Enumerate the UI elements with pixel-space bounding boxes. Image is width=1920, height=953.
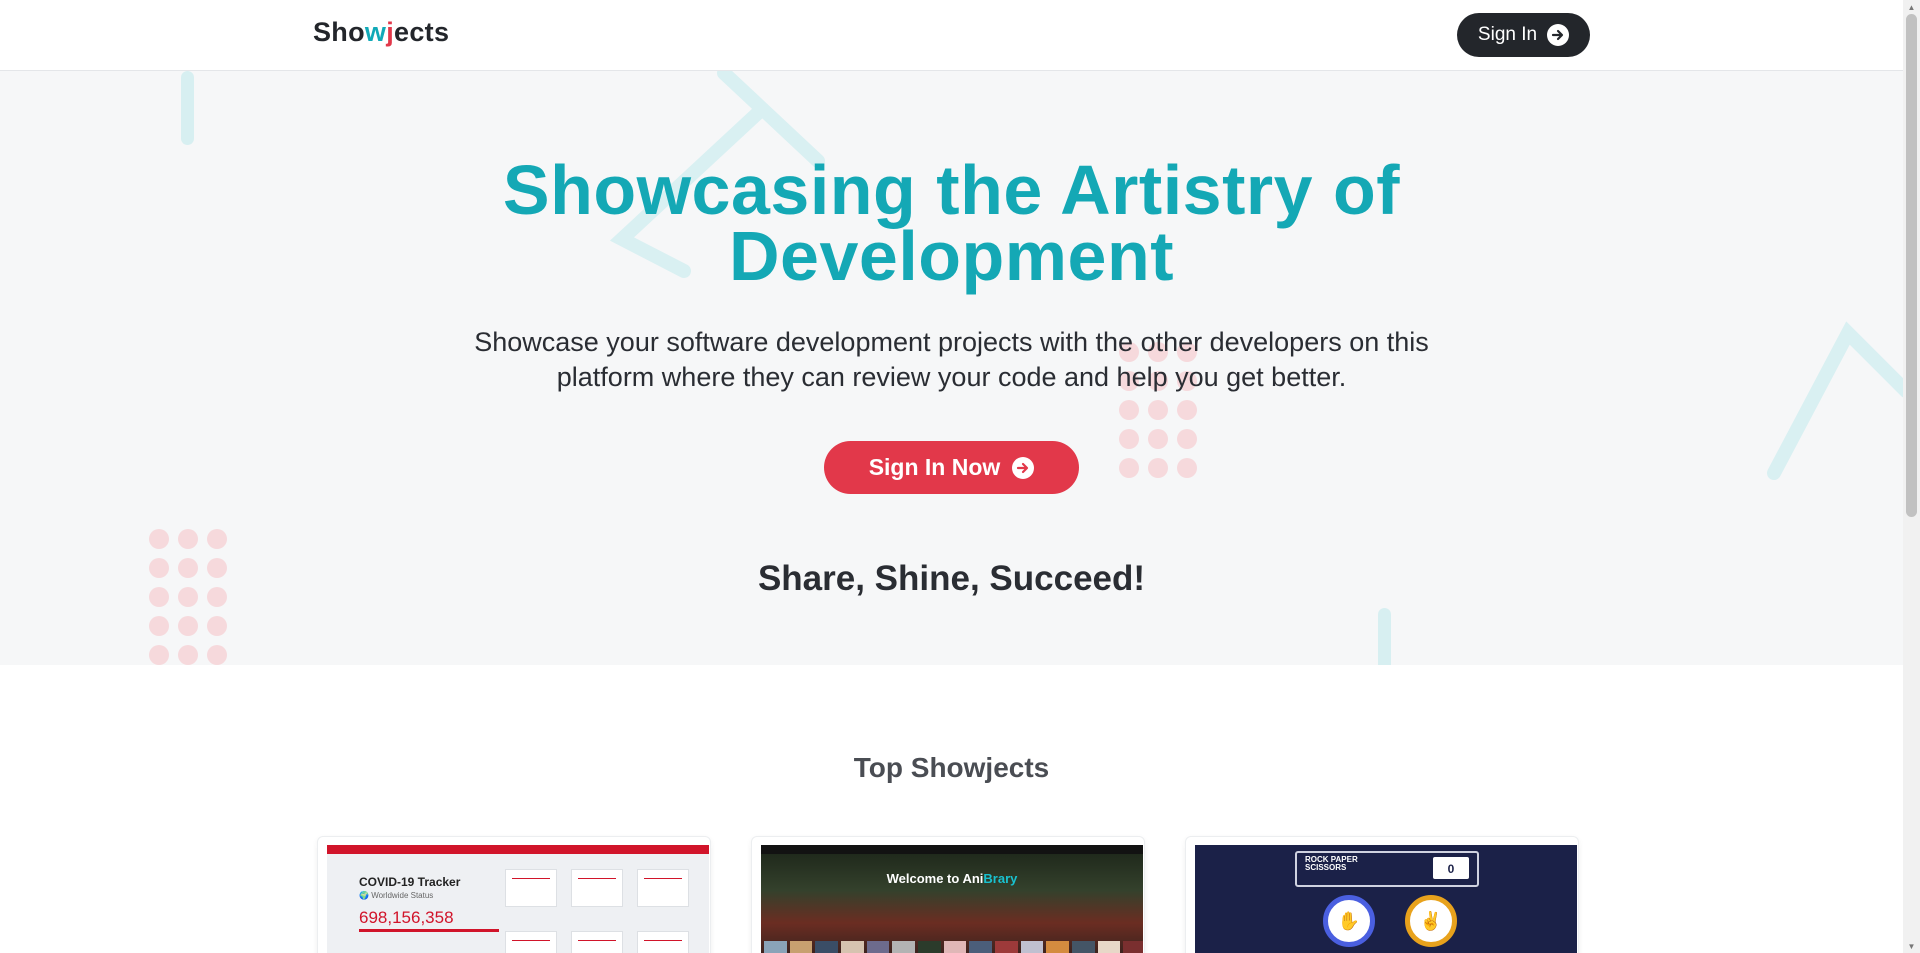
arrow-right-circle-icon [1012, 456, 1035, 479]
scroll-down-arrow-icon[interactable]: ▼ [1903, 939, 1920, 953]
showject-thumbnail[interactable]: COVID-19 Tracker 🌍 Worldwide Status 698,… [327, 845, 709, 953]
thumbnail-stat-box [571, 931, 623, 953]
page: Showjects Sign In Showcasing the Artistr… [0, 0, 1903, 953]
thumbnail-stat-box [637, 869, 689, 907]
scrollbar-thumb[interactable] [1906, 14, 1917, 517]
hero-tagline: Share, Shine, Succeed! [757, 559, 1146, 598]
globe-icon: 🌍 Worldwide Status [359, 891, 434, 900]
thumbnail-stat-box [505, 931, 557, 953]
thumbnail-stat-box [571, 869, 623, 907]
showject-card[interactable]: COVID-19 Tracker 🌍 Worldwide Status 698,… [317, 836, 711, 953]
hero-title: Showcasing the Artistry of Development [502, 151, 1401, 295]
thumbnail-stat-box [505, 869, 557, 907]
thumbnail-stat-box [637, 931, 689, 953]
showject-thumbnail[interactable]: ROCK PAPER SCISSORS 0 ✋ ✌ [1195, 845, 1577, 953]
nav-signin-button[interactable]: Sign In [1457, 13, 1590, 57]
thumbnail-title: Welcome to AniBrary [886, 871, 1018, 886]
top-navbar: Showjects Sign In [0, 0, 1903, 71]
thumbnail-header-bar [327, 845, 709, 854]
signin-now-label: Sign In Now [868, 454, 1001, 480]
thumbnail-navbar [761, 845, 1143, 854]
hero-subtitle: Showcase your software development proje… [474, 327, 1429, 392]
arrow-right-circle-icon [1547, 24, 1570, 46]
thumbnail-divider [359, 929, 499, 932]
thumbnail-score-header: ROCK PAPER SCISSORS 0 [1295, 851, 1479, 887]
decor-bar-left [181, 71, 194, 145]
page-scrollbar[interactable]: ▲ ▼ [1903, 0, 1920, 953]
scroll-up-arrow-icon[interactable]: ▲ [1903, 0, 1920, 14]
hero-section: Showcasing the Artistry of Development S… [0, 71, 1903, 665]
nav-signin-label: Sign In [1477, 24, 1538, 45]
decor-chevron-right [1767, 321, 1903, 480]
showject-card[interactable]: Welcome to AniBrary [751, 836, 1145, 953]
showject-card[interactable]: ROCK PAPER SCISSORS 0 ✋ ✌ [1185, 836, 1579, 953]
paper-hand-icon: ✋ [1323, 895, 1375, 947]
decor-bar-right [1378, 608, 1391, 665]
showject-thumbnail[interactable]: Welcome to AniBrary [761, 845, 1143, 953]
site-logo[interactable]: Showjects [313, 17, 449, 48]
signin-now-button[interactable]: Sign In Now [824, 441, 1079, 494]
top-showjects-title: Top Showjects [853, 752, 1050, 783]
thumbnail-poster-strip [761, 941, 1143, 953]
scissors-hand-icon: ✌ [1405, 895, 1457, 947]
